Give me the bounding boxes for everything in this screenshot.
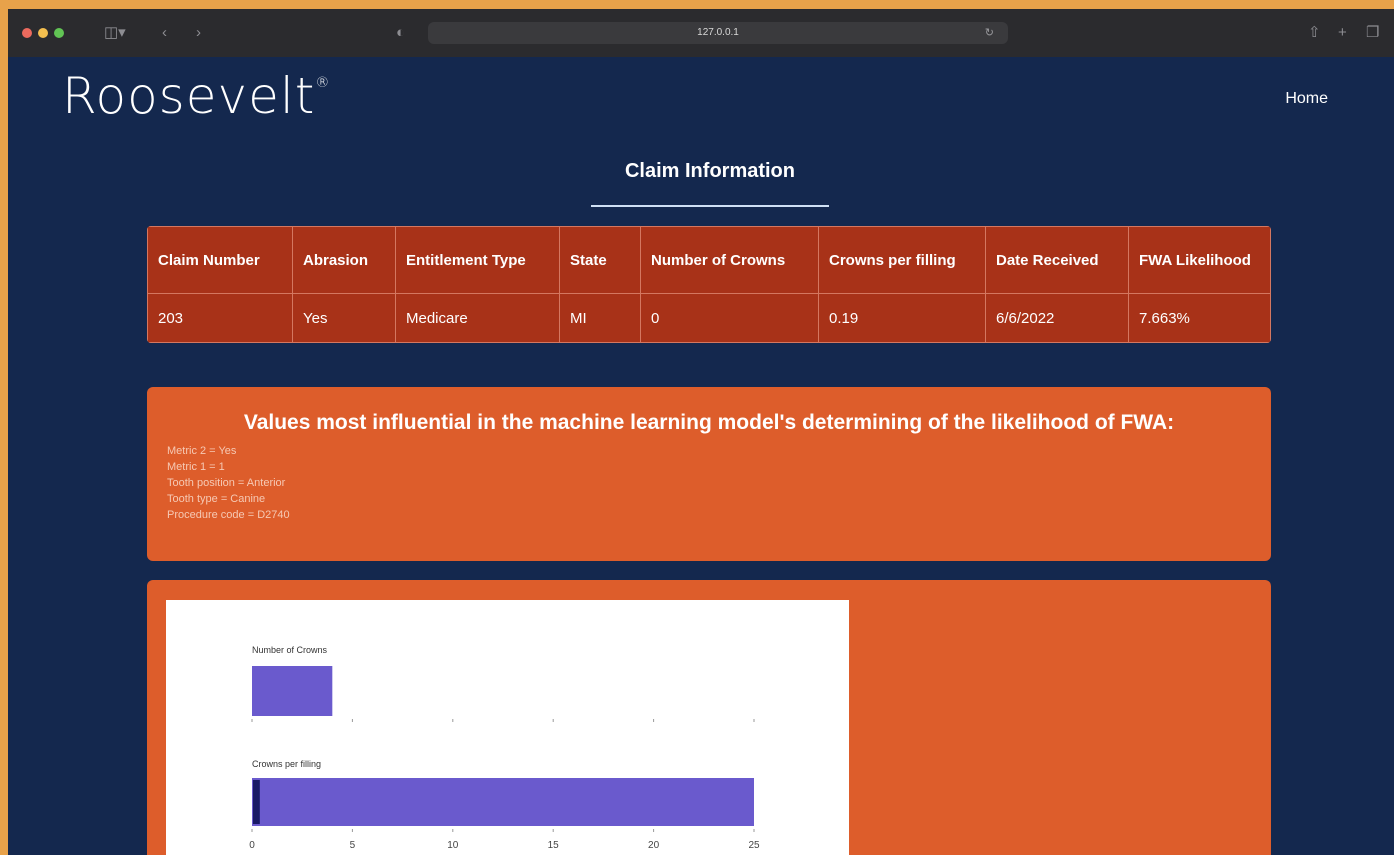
logo-mark: ® [315,75,331,91]
forward-icon[interactable]: › [196,23,201,43]
claim-table: Claim Number Abrasion Entitlement Type S… [147,226,1271,343]
close-window-button[interactable] [22,28,32,38]
chart-bar [252,666,333,716]
table-cell: 0.19 [818,293,986,343]
address-text: 127.0.0.1 [697,27,739,38]
column-header: Date Received [985,226,1129,294]
address-bar[interactable]: 127.0.0.1 ↻ [428,22,1008,44]
nav-home-link[interactable]: Home [1285,90,1328,108]
table-cell: Yes [292,293,396,343]
title-underline [591,205,829,207]
zoom-window-button[interactable] [54,28,64,38]
column-header: Abrasion [292,226,396,294]
table-cell: 203 [147,293,293,343]
list-item: Metric 2 = Yes [167,445,237,457]
new-tab-icon[interactable]: + [1338,23,1347,43]
page-title: Claim Information [624,160,795,182]
minimize-window-button[interactable] [38,28,48,38]
browser-window: ◫▾ ‹ › ◐ 127.0.0.1 ↻ ⇧ + ❐ Roosevelt® Ho… [8,9,1394,855]
table-cell: Medicare [395,293,560,343]
tick-label: 20 [648,840,660,851]
list-item: Metric 1 = 1 [167,461,225,473]
column-header: Claim Number [147,226,293,294]
list-item: Tooth position = Anterior [167,477,286,489]
column-header: Number of Crowns [640,226,819,294]
tabs-icon[interactable]: ❐ [1366,23,1379,43]
chart-title: Number of Crowns [252,645,328,655]
tick-label: 0 [249,840,255,851]
column-header: State [559,226,641,294]
bullet-chart: Number of Crowns Crowns per filling 0 5 10 15… [249,645,760,851]
chart-title: Crowns per filling [252,759,321,769]
list-item: Procedure code = D2740 [167,509,290,521]
column-header: Crowns per filling [818,226,986,294]
chart-card: Number of Crowns Crowns per filling 0 5 10 15… [166,600,849,855]
list-item: Tooth type = Canine [167,493,266,505]
table-cell: 6/6/2022 [985,293,1129,343]
chart-bar [252,778,754,826]
logo-text: Roosevelt [62,67,316,125]
table-header-row: Claim Number Abrasion Entitlement Type S… [147,226,1271,294]
reload-icon[interactable]: ↻ [985,22,994,44]
back-icon[interactable]: ‹ [162,23,167,43]
privacy-icon[interactable]: ◐ [396,23,405,43]
tick-label: 10 [447,840,459,851]
table-row: 203 Yes Medicare MI 0 0.19 6/6/2022 7.66… [147,293,1271,343]
browser-titlebar: ◫▾ ‹ › ◐ 127.0.0.1 ↻ ⇧ + ❐ [8,9,1394,57]
tick-label: 25 [748,840,760,851]
logo: Roosevelt® [62,67,330,125]
chart-panel: Number of Crowns Crowns per filling 0 5 10 15… [147,580,1271,855]
influence-title: Values most influential in the machine l… [243,411,1175,434]
tick-label: 5 [350,840,356,851]
column-header: Entitlement Type [395,226,560,294]
column-header: FWA Likelihood [1128,226,1271,294]
influence-list: Metric 2 = Yes Metric 1 = 1 Tooth positi… [147,443,1271,523]
table-cell: MI [559,293,641,343]
table-cell: 7.663% [1128,293,1271,343]
influence-panel: Values most influential in the machine l… [147,387,1271,561]
table-cell: 0 [640,293,819,343]
tick-label: 15 [548,840,560,851]
value-marker [253,780,260,824]
share-icon[interactable]: ⇧ [1308,23,1321,43]
sidebar-icon[interactable]: ◫▾ [104,23,126,43]
